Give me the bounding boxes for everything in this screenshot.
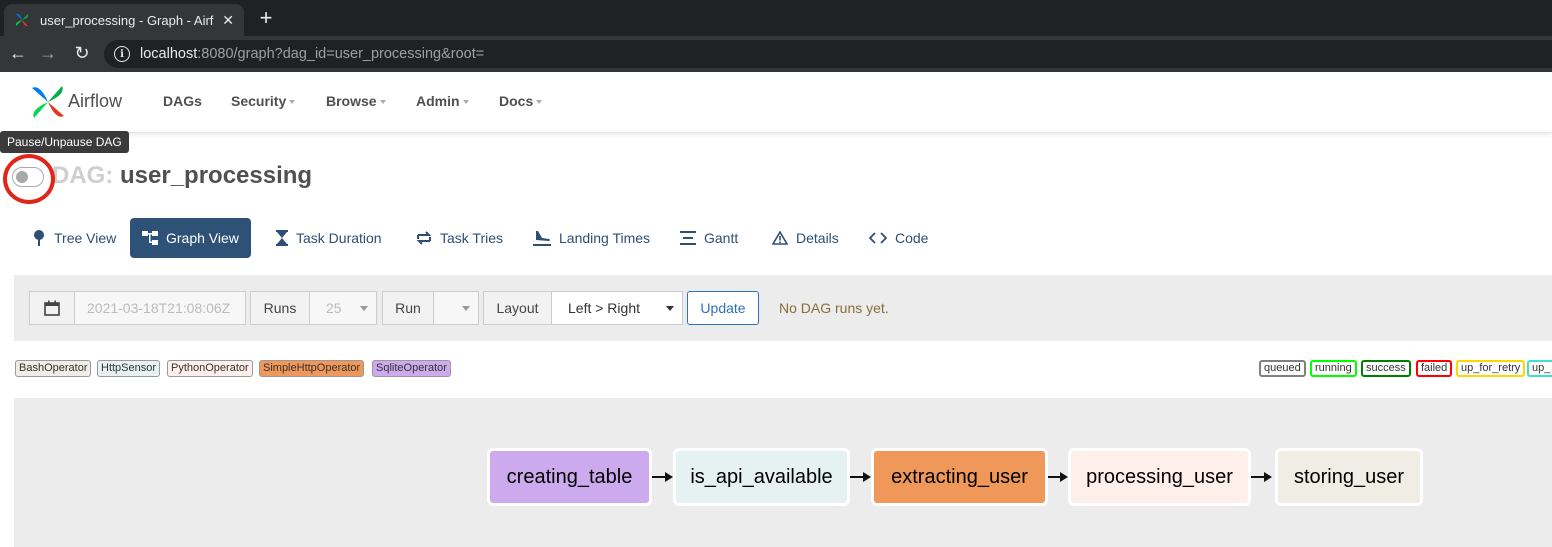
layout-label: Layout [483,291,552,325]
chevron-down-icon [360,306,368,311]
page-title: DAG: user_processing [52,162,312,190]
legend-state-failed: failed [1416,360,1453,377]
forward-arrow-icon[interactable]: → [36,42,60,64]
legend-python-operator: PythonOperator [167,360,253,377]
caret-down-icon [379,100,386,105]
menu-docs[interactable]: Docs [499,93,543,109]
run-select[interactable] [433,291,479,325]
back-arrow-icon[interactable]: ← [6,42,30,64]
update-button[interactable]: Update [687,291,759,325]
tab-tree-view[interactable]: Tree View [20,218,128,258]
arrow-head-icon [665,472,673,482]
date-picker-button[interactable] [29,291,75,325]
task-node[interactable]: storing_user [1275,448,1423,506]
code-icon [869,232,887,244]
url-host: localhost [140,46,198,62]
task-node[interactable]: is_api_available [673,448,850,506]
arrow-head-icon [863,472,871,482]
task-node[interactable]: extracting_user [871,448,1048,506]
task-node[interactable]: processing_user [1068,448,1251,506]
legend-state-queued: queued [1259,360,1306,377]
tree-icon [32,230,46,246]
landing-icon [533,230,551,246]
tab-gantt[interactable]: Gantt [668,218,750,258]
hourglass-icon [276,230,288,246]
pause-tooltip: Pause/Unpause DAG [0,131,129,153]
airflow-brand[interactable]: Airflow [68,91,122,112]
tab-graph-view[interactable]: Graph View [130,218,251,258]
browser-toolbar: ← → ↻ i localhost:8080/graph?dag_id=user… [0,36,1552,72]
arrow-head-icon [1264,472,1272,482]
tab-landing-times[interactable]: Landing Times [521,218,662,258]
legend-sqlite-operator: SqliteOperator [372,360,451,377]
close-tab-icon[interactable]: ✕ [222,12,234,29]
browser-tab[interactable]: user_processing - Graph - Airflow ✕ [4,4,244,36]
graph-edge [850,476,864,478]
new-tab-button[interactable]: + [256,5,276,31]
runs-label: Runs [250,291,310,325]
gantt-icon [680,231,696,245]
retry-icon [416,231,432,245]
chevron-down-icon [462,306,470,311]
caret-down-icon [536,100,543,105]
address-bar[interactable]: i localhost:8080/graph?dag_id=user_proce… [104,40,1552,68]
graph-controls-panel: 2021-03-18T21:08:06Z Runs 25 Run Layout … [14,275,1552,341]
layout-select[interactable]: Left > Right [551,291,683,325]
legend-simple-http-operator: SimpleHttpOperator [259,360,365,377]
graph-edge [1251,476,1265,478]
graph-edge [652,476,666,478]
tab-task-tries[interactable]: Task Tries [404,218,515,258]
legend-state-success: success [1361,360,1411,377]
menu-dags[interactable]: DAGs [163,93,202,109]
tab-details[interactable]: Details [760,218,851,258]
graph-icon [142,231,158,245]
caret-down-icon [462,100,469,105]
calendar-icon [44,300,60,316]
pause-toggle[interactable] [12,167,44,187]
warning-icon [772,231,788,245]
airflow-navbar: Airflow DAGs Security Browse Admin Docs [0,72,1552,133]
site-info-icon[interactable]: i [114,46,130,62]
legend-state-running: running [1310,360,1357,377]
runs-select[interactable]: 25 [309,291,377,325]
arrow-head-icon [1060,472,1068,482]
airflow-logo-icon[interactable] [28,82,68,122]
dag-graph-canvas[interactable]: creating_table is_api_available extracti… [14,398,1552,547]
url-path: :8080/graph?dag_id=user_processing&root= [197,46,485,62]
reload-icon[interactable]: ↻ [70,42,94,64]
toggle-knob [16,170,28,183]
tab-task-duration[interactable]: Task Duration [264,218,394,258]
execution-date-input[interactable]: 2021-03-18T21:08:06Z [74,291,246,325]
airflow-favicon-icon [15,13,29,27]
run-label: Run [382,291,434,325]
browser-tab-bar: user_processing - Graph - Airflow ✕ + [0,0,1552,36]
legend-bash-operator: BashOperator [15,360,92,377]
menu-browse[interactable]: Browse [326,93,386,109]
chevron-down-icon [666,306,674,311]
tab-code[interactable]: Code [857,218,940,258]
legend-state-up-for-reschedule: up_ [1527,360,1552,377]
status-message: No DAG runs yet. [779,300,889,316]
legend-http-sensor: HttpSensor [97,360,161,377]
task-node[interactable]: creating_table [487,448,652,506]
tab-title: user_processing - Graph - Airflow [40,12,215,28]
menu-admin[interactable]: Admin [416,93,469,109]
menu-security[interactable]: Security [231,93,296,109]
dag-title-prefix: DAG: [52,162,114,189]
legend-state-up-for-retry: up_for_retry [1456,360,1526,377]
dag-title-name: user_processing [120,162,313,189]
caret-down-icon [289,100,296,105]
